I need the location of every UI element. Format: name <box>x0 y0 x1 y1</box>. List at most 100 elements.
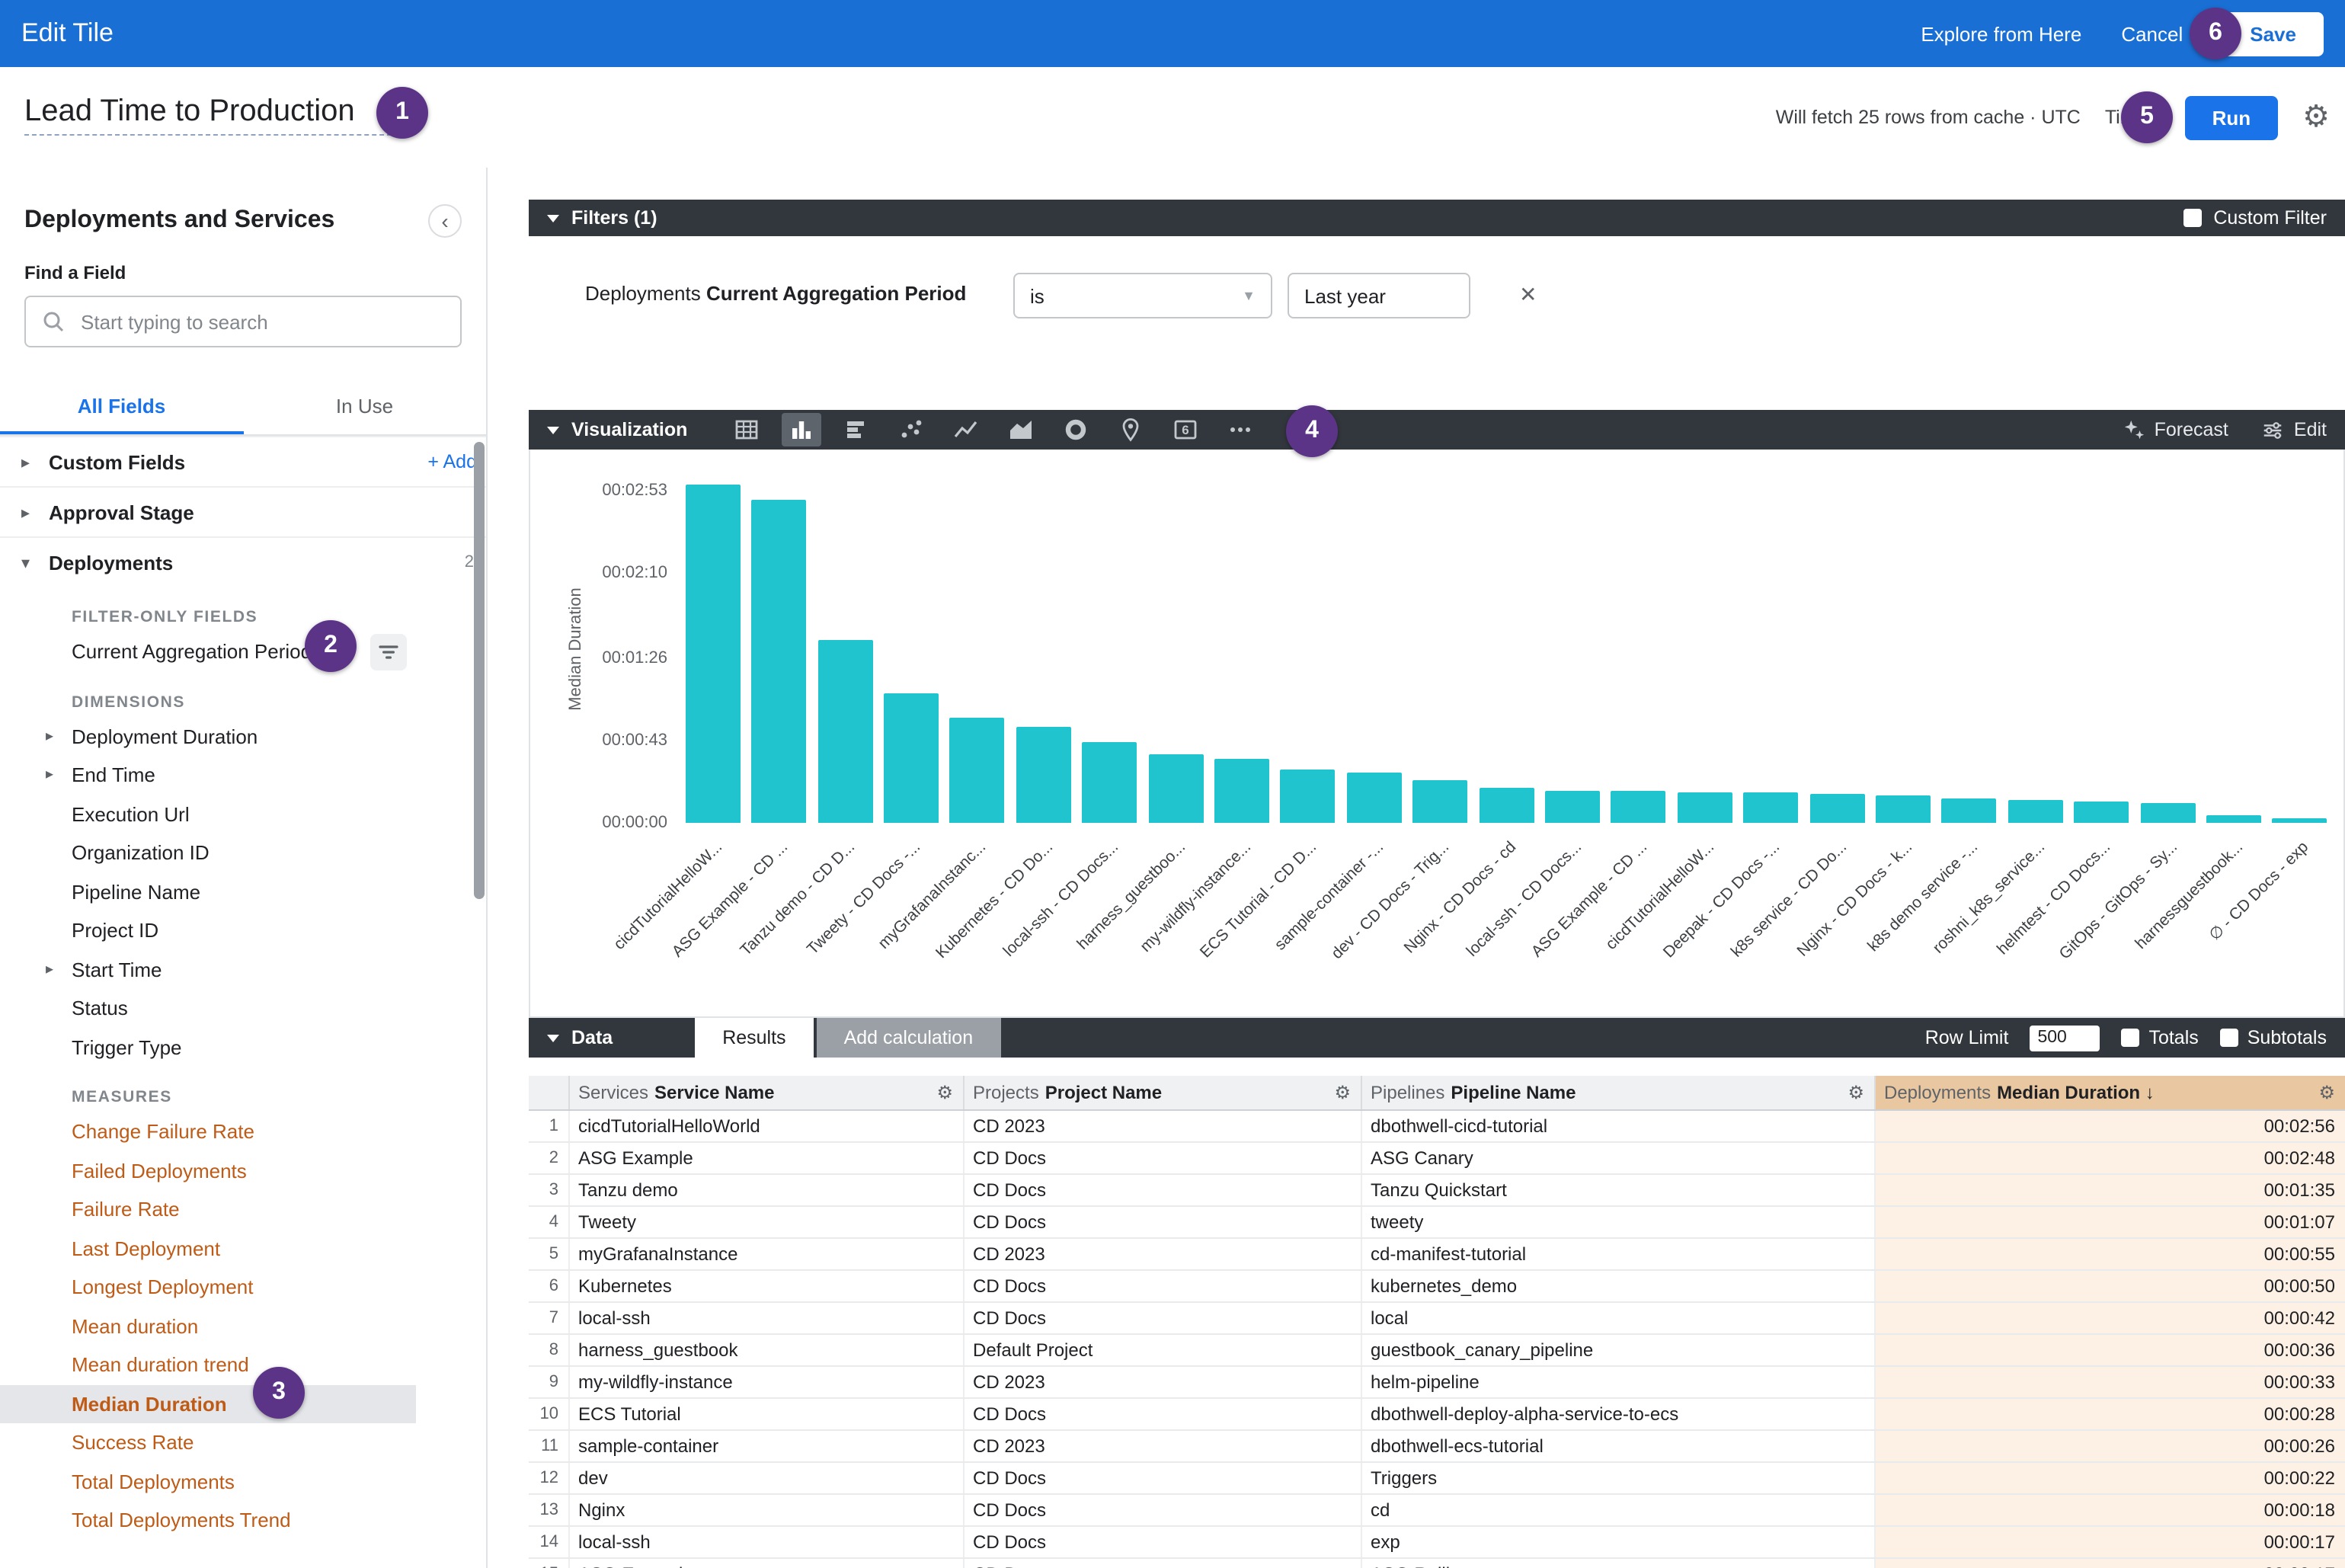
gear-icon[interactable]: ⚙ <box>1848 1082 1864 1103</box>
search-input[interactable] <box>78 309 445 334</box>
tab-all-fields[interactable]: All Fields <box>0 381 243 434</box>
table-cell[interactable]: Kubernetes <box>568 1269 963 1301</box>
bar[interactable] <box>1082 742 1137 823</box>
viz-icon-column[interactable] <box>782 413 821 446</box>
table-cell[interactable]: Tweety <box>568 1205 963 1237</box>
table-cell[interactable]: Tanzu Quickstart <box>1361 1173 1874 1205</box>
table-cell[interactable]: CD 2023 <box>963 1365 1361 1397</box>
table-cell[interactable]: 00:00:18 <box>1874 1493 2345 1525</box>
table-cell[interactable]: myGrafanaInstance <box>568 1237 963 1269</box>
bar[interactable] <box>2140 804 2195 823</box>
table-cell[interactable]: CD Docs <box>963 1301 1361 1333</box>
table-cell[interactable]: Nginx <box>568 1493 963 1525</box>
field-mean-duration-trend[interactable]: Mean duration trend <box>0 1346 416 1384</box>
field-median-duration[interactable]: Median Duration <box>0 1384 416 1423</box>
table-cell[interactable]: 00:00:33 <box>1874 1365 2345 1397</box>
field-last-deployment[interactable]: Last Deployment <box>0 1229 416 1268</box>
table-cell[interactable]: harness_guestbook <box>568 1333 963 1365</box>
bar[interactable] <box>685 485 740 823</box>
bar[interactable] <box>1545 790 1600 823</box>
table-cell[interactable]: my-wildfly-instance <box>568 1365 963 1397</box>
tile-title[interactable]: Lead Time to Production <box>24 94 392 136</box>
remove-filter-icon[interactable]: ✕ <box>1519 282 1537 308</box>
filter-icon[interactable] <box>370 634 407 670</box>
field-change-failure-rate[interactable]: Change Failure Rate <box>0 1112 416 1151</box>
field-total-deployments-trend[interactable]: Total Deployments Trend <box>0 1501 416 1540</box>
custom-filter-checkbox[interactable] <box>2183 209 2201 227</box>
bar[interactable] <box>751 500 806 823</box>
bar[interactable] <box>950 717 1005 823</box>
field-trigger-type[interactable]: Trigger Type <box>0 1028 416 1067</box>
forecast-button[interactable]: Forecast <box>2123 418 2228 441</box>
gear-icon[interactable]: ⚙ <box>2318 1082 2335 1103</box>
bar[interactable] <box>1479 789 1534 823</box>
data-header[interactable]: Data Results Add calculation Row Limit T… <box>529 1018 2345 1058</box>
table-cell[interactable]: guestbook_canary_pipeline <box>1361 1333 1874 1365</box>
table-cell[interactable]: 00:00:42 <box>1874 1301 2345 1333</box>
bar[interactable] <box>1214 760 1269 823</box>
bar[interactable] <box>1346 773 1401 823</box>
viz-icon-table[interactable] <box>727 413 766 446</box>
field-mean-duration[interactable]: Mean duration <box>0 1307 416 1346</box>
column-header-pipeline-name[interactable]: PipelinesPipeline Name⚙ <box>1361 1076 1874 1109</box>
visualization-header[interactable]: Visualization 6 Forecast <box>529 410 2345 450</box>
table-cell[interactable]: 00:02:48 <box>1874 1141 2345 1173</box>
viz-icon-area[interactable] <box>1001 413 1041 446</box>
table-cell[interactable]: exp <box>1361 1525 1874 1557</box>
bar[interactable] <box>2074 802 2129 823</box>
table-cell[interactable]: 00:00:50 <box>1874 1269 2345 1301</box>
bar[interactable] <box>2273 819 2327 823</box>
table-cell[interactable]: CD Docs <box>963 1141 1361 1173</box>
tab-in-use[interactable]: In Use <box>243 381 486 434</box>
table-cell[interactable]: ASG Example <box>568 1557 963 1568</box>
table-cell[interactable]: cicdTutorialHelloWorld <box>568 1109 963 1141</box>
table-cell[interactable]: 00:01:07 <box>1874 1205 2345 1237</box>
field-pipeline-name[interactable]: Pipeline Name <box>0 872 416 911</box>
field-execution-url[interactable]: Execution Url <box>0 795 416 834</box>
table-cell[interactable]: 00:00:17 <box>1874 1557 2345 1568</box>
bar[interactable] <box>1611 790 1666 823</box>
collapse-data-icon[interactable] <box>547 1034 559 1042</box>
bar[interactable] <box>1412 781 1467 824</box>
table-cell[interactable]: 00:02:56 <box>1874 1109 2345 1141</box>
field-end-time[interactable]: ▸End Time <box>0 756 416 795</box>
viz-icon-donut[interactable] <box>1056 413 1096 446</box>
bar[interactable] <box>2007 800 2062 823</box>
field-deployment-duration[interactable]: ▸Deployment Duration <box>0 717 416 756</box>
table-cell[interactable]: ASG Canary <box>1361 1141 1874 1173</box>
table-cell[interactable]: Default Project <box>963 1333 1361 1365</box>
table-cell[interactable]: CD 2023 <box>963 1237 1361 1269</box>
sidebar-group-deployments[interactable]: ▾ Deployments 2 <box>0 536 486 587</box>
subtotals-checkbox[interactable] <box>2220 1029 2238 1047</box>
table-cell[interactable]: CD Docs <box>963 1557 1361 1568</box>
table-cell[interactable]: CD Docs <box>963 1173 1361 1205</box>
bar[interactable] <box>817 640 872 823</box>
field-start-time[interactable]: ▸Start Time <box>0 950 416 989</box>
table-cell[interactable]: kubernetes_demo <box>1361 1269 1874 1301</box>
field-total-deployments[interactable]: Total Deployments <box>0 1462 416 1501</box>
bar[interactable] <box>1809 794 1864 823</box>
sidebar-group-custom-fields[interactable]: ▸ Custom Fields + Add <box>0 436 486 486</box>
collapse-filters-icon[interactable] <box>547 214 559 222</box>
table-cell[interactable]: CD Docs <box>963 1493 1361 1525</box>
table-cell[interactable]: CD Docs <box>963 1461 1361 1493</box>
table-cell[interactable]: CD Docs <box>963 1269 1361 1301</box>
table-cell[interactable]: CD 2023 <box>963 1429 1361 1461</box>
bar[interactable] <box>2206 815 2261 823</box>
gear-icon[interactable]: ⚙ <box>936 1082 953 1103</box>
filters-header[interactable]: Filters (1) Custom Filter <box>529 200 2345 236</box>
viz-icon-map[interactable] <box>1111 413 1150 446</box>
table-cell[interactable]: Tanzu demo <box>568 1173 963 1205</box>
column-header-median-duration[interactable]: DeploymentsMedian Duration ↓⚙ <box>1874 1076 2345 1109</box>
table-cell[interactable]: 00:00:17 <box>1874 1525 2345 1557</box>
table-cell[interactable]: dbothwell-deploy-alpha-service-to-ecs <box>1361 1397 1874 1429</box>
table-cell[interactable]: Triggers <box>1361 1461 1874 1493</box>
add-custom-field-link[interactable]: + Add <box>427 451 477 472</box>
table-cell[interactable]: cd-manifest-tutorial <box>1361 1237 1874 1269</box>
field-project-id[interactable]: Project ID <box>0 911 416 950</box>
table-cell[interactable]: local-ssh <box>568 1525 963 1557</box>
totals-checkbox[interactable] <box>2121 1029 2139 1047</box>
table-cell[interactable]: cd <box>1361 1493 1874 1525</box>
table-cell[interactable]: 00:00:26 <box>1874 1429 2345 1461</box>
filter-value-select[interactable]: Last year <box>1288 273 1470 318</box>
